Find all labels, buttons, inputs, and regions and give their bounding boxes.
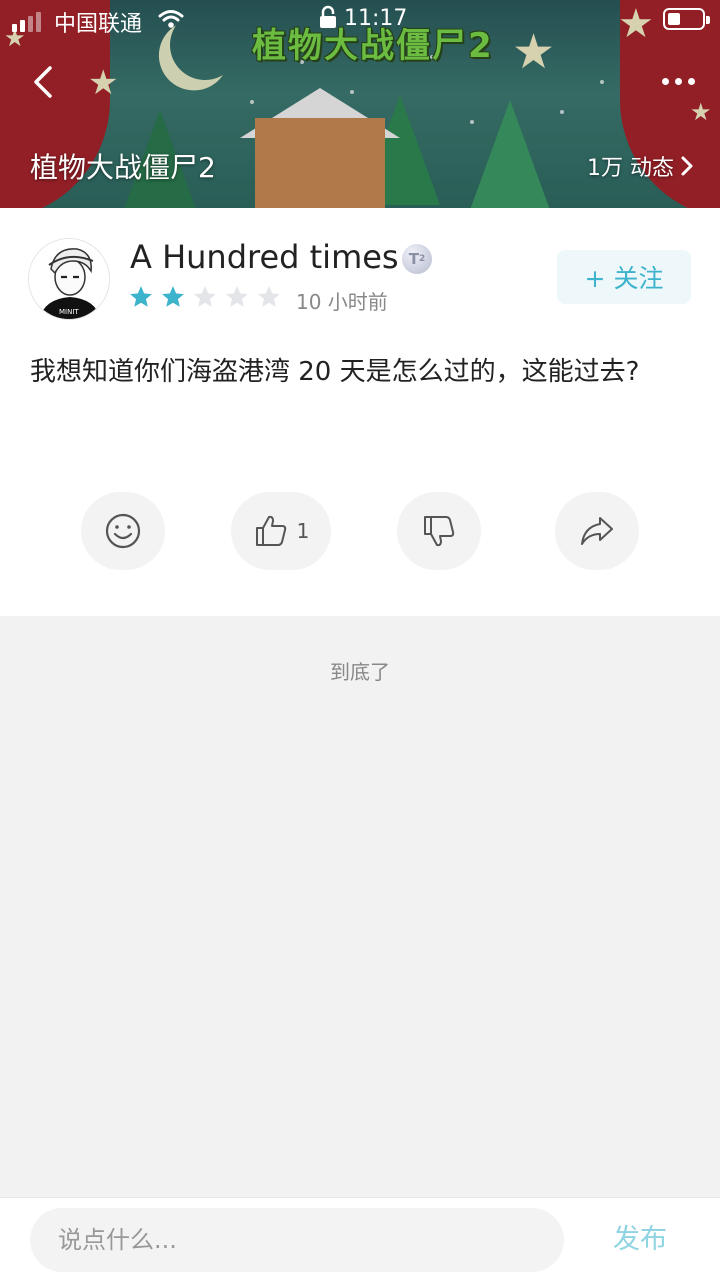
more-dot-icon: [674, 77, 682, 85]
carrier-name: 中国联通: [54, 12, 143, 37]
feed-count-label: 1万 动态: [587, 156, 674, 181]
wifi-icon: [158, 10, 184, 28]
back-button[interactable]: [26, 60, 66, 104]
share-icon: [581, 517, 613, 545]
thumbs-up-icon: [255, 515, 286, 546]
user-avatar-icon: MINIT: [29, 239, 109, 319]
lock-icon: [320, 5, 336, 28]
feed-end-text: 到底了: [330, 660, 390, 684]
more-dot-icon: [661, 77, 669, 85]
more-options-button[interactable]: [656, 64, 700, 98]
star-empty-icon: [226, 286, 248, 307]
publish-button[interactable]: 发布: [600, 1220, 680, 1260]
chevron-right-icon: [681, 156, 693, 176]
thumbs-down-icon: [424, 516, 455, 547]
level-badge: T2: [402, 244, 432, 274]
battery-icon: [663, 8, 710, 30]
like-button[interactable]: 1: [231, 492, 331, 570]
emoji-react-button[interactable]: [81, 492, 165, 570]
feed-count-link[interactable]: 1万 动态: [587, 150, 694, 182]
more-dot-icon: [687, 77, 695, 85]
star-empty-icon: [194, 286, 216, 307]
svg-text:MINIT: MINIT: [59, 308, 79, 316]
post-content: 我想知道你们海盗港湾 20 天是怎么过的，这能过去?: [30, 357, 640, 387]
status-bar: 中国联通 11:17: [0, 0, 720, 40]
star-empty-icon: [258, 286, 280, 307]
smiley-icon: [105, 513, 141, 549]
comment-input[interactable]: [30, 1208, 564, 1272]
star-filled-icon: [130, 286, 152, 307]
post-time: 10 小时前: [296, 290, 388, 314]
post-card: MINIT A Hundred times T2 10 小时前 + 关注 我想知…: [0, 208, 720, 616]
status-time: 11:17: [344, 6, 408, 31]
chevron-left-icon: [34, 66, 52, 98]
signal-icon: [12, 12, 41, 32]
follow-button[interactable]: + 关注: [557, 250, 691, 304]
avatar[interactable]: MINIT: [28, 238, 110, 320]
like-count: 1: [296, 519, 310, 543]
rating-stars: [128, 284, 282, 310]
dislike-button[interactable]: [397, 492, 481, 570]
share-button[interactable]: [555, 492, 639, 570]
game-title[interactable]: 植物大战僵尸2: [30, 146, 216, 186]
star-filled-icon: [162, 286, 184, 307]
comment-bar: 发布: [0, 1197, 720, 1281]
author-name[interactable]: A Hundred times: [130, 238, 399, 276]
